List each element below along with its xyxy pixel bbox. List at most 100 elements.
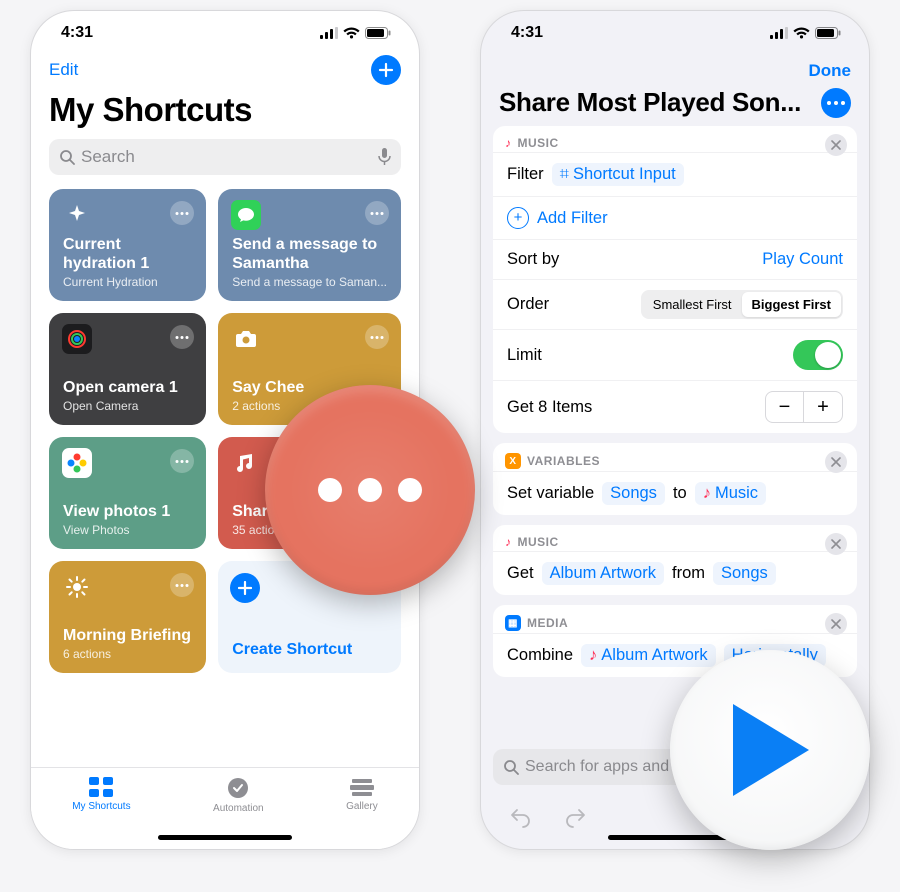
order-option-smallest[interactable]: Smallest First <box>643 292 742 317</box>
photos-icon <box>61 447 93 479</box>
card-title: Open camera 1 <box>63 379 192 397</box>
wifi-icon <box>793 27 810 39</box>
search-icon <box>59 149 75 165</box>
card-more-button[interactable] <box>170 201 194 225</box>
close-icon <box>831 619 841 629</box>
tab-label: Gallery <box>346 801 378 812</box>
tab-automation[interactable]: Automation <box>213 776 264 814</box>
sort-by-label: Sort by <box>507 250 559 269</box>
tab-my-shortcuts[interactable]: My Shortcuts <box>72 776 130 812</box>
card-more-button[interactable] <box>170 573 194 597</box>
edit-button[interactable]: Edit <box>49 60 78 80</box>
card-more-button[interactable] <box>365 201 389 225</box>
limit-label: Limit <box>507 346 542 365</box>
card-title: Morning Briefing <box>63 627 192 645</box>
variable-name-token[interactable]: Songs <box>602 482 665 505</box>
shortcut-card[interactable]: Current hydration 1Current Hydration <box>49 189 206 301</box>
delete-action-button[interactable] <box>825 613 847 635</box>
callout-run-shortcut <box>670 650 870 850</box>
action-text: Combine <box>507 646 573 665</box>
action-text: to <box>673 484 687 503</box>
music-icon: ♪ <box>589 646 597 665</box>
order-label: Order <box>507 295 549 314</box>
media-token-a[interactable]: ♪ Album Artwork <box>581 644 716 667</box>
order-option-biggest[interactable]: Biggest First <box>742 292 841 317</box>
shortcut-card[interactable]: Send a message to Samantha Send a message… <box>218 189 401 301</box>
variable-value-token[interactable]: ♪ Music <box>695 482 766 505</box>
undo-button[interactable] <box>509 805 533 829</box>
action-get-artwork[interactable]: ♪ MUSIC Get Album Artwork from Songs <box>493 525 857 595</box>
filter-label: Filter <box>507 165 544 184</box>
gallery-icon <box>350 776 374 798</box>
nav-row: Edit <box>31 55 419 89</box>
sort-by-value[interactable]: Play Count <box>762 250 843 269</box>
card-subtitle: Open Camera <box>63 399 192 413</box>
action-text: from <box>672 564 705 583</box>
delete-action-button[interactable] <box>825 451 847 473</box>
close-icon <box>831 457 841 467</box>
action-header: MUSIC <box>518 136 559 150</box>
music-icon: ♪ <box>505 535 512 549</box>
shortcut-title[interactable]: Share Most Played Son... <box>499 87 813 118</box>
create-label: Create Shortcut <box>232 641 387 659</box>
wifi-icon <box>343 27 360 39</box>
plus-icon <box>378 62 394 78</box>
shortcut-card[interactable]: Open camera 1 Open Camera <box>49 313 206 425</box>
filter-input-token[interactable]: ⌗ Shortcut Input <box>552 163 684 186</box>
media-icon: ▦ <box>505 615 521 631</box>
shortcut-card[interactable]: Morning Briefing6 actions <box>49 561 206 673</box>
order-segment[interactable]: Smallest First Biggest First <box>641 290 843 319</box>
automation-icon <box>226 776 250 800</box>
card-more-button[interactable] <box>170 325 194 349</box>
battery-icon <box>815 27 841 39</box>
action-header: VARIABLES <box>527 454 600 468</box>
variables-icon: x <box>505 453 521 469</box>
plus-icon <box>230 573 260 603</box>
music-icon: ♪ <box>703 484 711 503</box>
action-filter-music[interactable]: ♪ MUSIC Filter ⌗ Shortcut Input + Add Fi… <box>493 126 857 433</box>
action-set-variable[interactable]: x VARIABLES Set variable Songs to ♪ Musi… <box>493 443 857 515</box>
delete-action-button[interactable] <box>825 533 847 555</box>
done-button[interactable]: Done <box>809 61 852 81</box>
search-field[interactable]: Search <box>49 139 401 175</box>
artwork-token[interactable]: Album Artwork <box>542 562 664 585</box>
shortcut-more-button[interactable] <box>821 88 851 118</box>
items-stepper[interactable]: − + <box>765 391 843 423</box>
status-time: 4:31 <box>61 24 93 42</box>
callout-more-menu <box>265 385 475 595</box>
camera-color-icon <box>61 323 93 355</box>
action-text: Set variable <box>507 484 594 503</box>
status-bar: 4:31 <box>481 11 869 55</box>
card-title: Send a message to Samantha <box>232 236 387 273</box>
music-icon: ♪ <box>505 136 512 150</box>
shortcut-card[interactable]: View photos 1View Photos <box>49 437 206 549</box>
songs-token[interactable]: Songs <box>713 562 776 585</box>
add-filter-button[interactable]: + Add Filter <box>493 196 857 239</box>
card-subtitle: Send a message to Saman... <box>232 275 387 289</box>
limit-toggle[interactable] <box>793 340 843 370</box>
delete-action-button[interactable] <box>825 134 847 156</box>
close-icon <box>831 539 841 549</box>
card-title: Current hydration 1 <box>63 236 192 273</box>
signal-icon <box>320 27 338 39</box>
nav-row: Done <box>481 55 869 87</box>
music-icon <box>230 447 262 479</box>
card-more-button[interactable] <box>170 449 194 473</box>
redo-button[interactable] <box>563 805 587 829</box>
card-subtitle: View Photos <box>63 523 192 537</box>
add-shortcut-button[interactable] <box>371 55 401 85</box>
actions-list[interactable]: ♪ MUSIC Filter ⌗ Shortcut Input + Add Fi… <box>481 126 869 743</box>
home-indicator[interactable] <box>158 835 292 840</box>
stepper-plus[interactable]: + <box>804 392 842 422</box>
stepper-minus[interactable]: − <box>766 392 804 422</box>
close-icon <box>831 140 841 150</box>
action-text: Get <box>507 564 534 583</box>
battery-icon <box>365 27 391 39</box>
card-more-button[interactable] <box>365 325 389 349</box>
search-icon <box>503 759 519 775</box>
status-indicators <box>320 27 391 39</box>
mic-icon[interactable] <box>378 148 391 166</box>
page-title: My Shortcuts <box>49 91 401 129</box>
status-indicators <box>770 27 841 39</box>
tab-gallery[interactable]: Gallery <box>346 776 378 812</box>
